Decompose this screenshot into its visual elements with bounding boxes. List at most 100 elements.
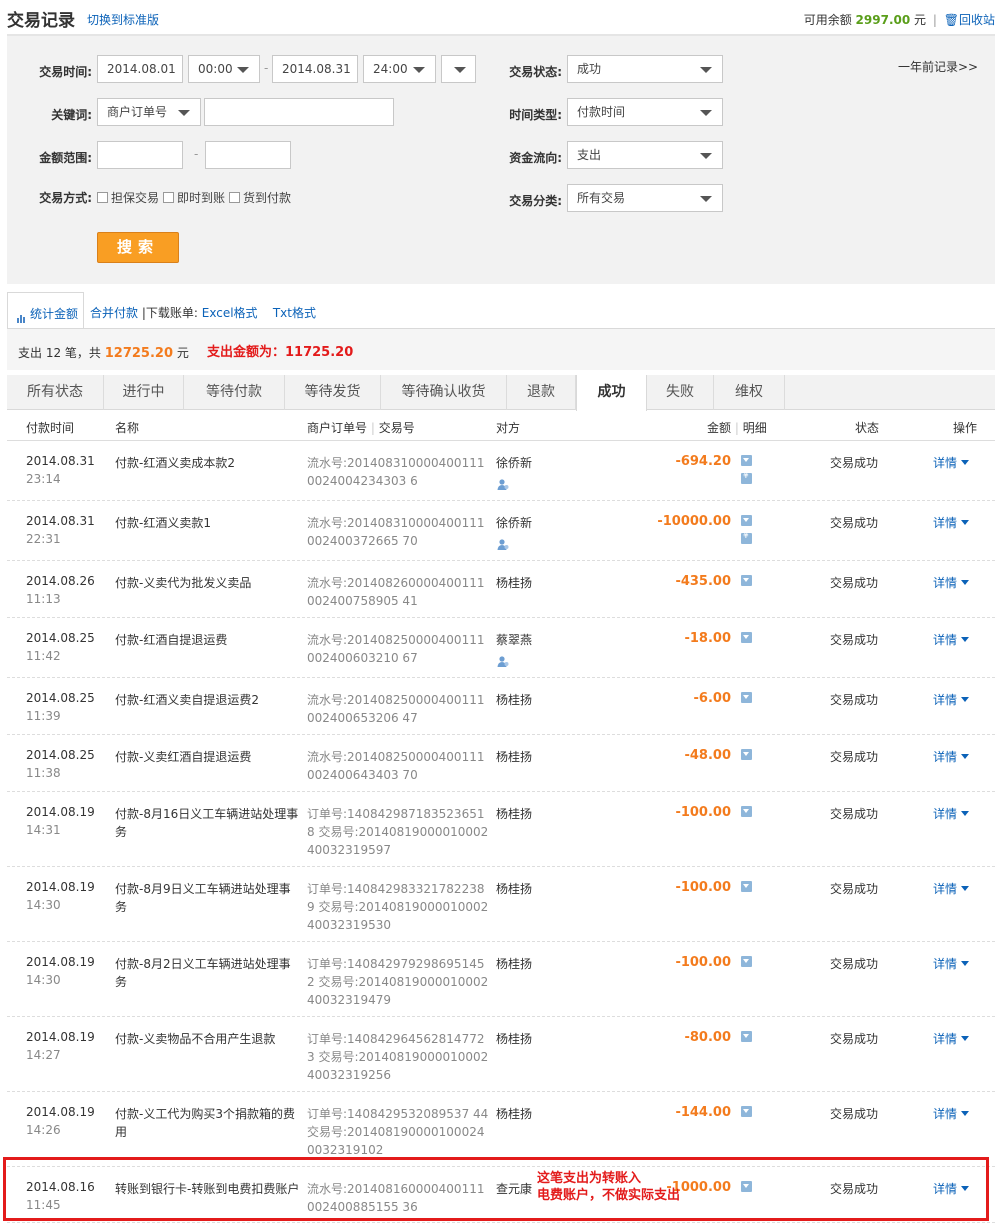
row-detail-link[interactable]: 详情 — [933, 691, 970, 708]
row-detail-link[interactable]: 详情 — [933, 631, 970, 648]
time-type-select[interactable]: 付款时间 — [567, 98, 723, 126]
col-status: 状态 — [855, 421, 880, 435]
tab-awaiting-shipment[interactable]: 等待发货 — [285, 375, 381, 410]
amount-min-input[interactable] — [97, 141, 183, 169]
row-order-number: 流水号:201408260000400111002400758905 41 — [307, 576, 485, 608]
row-detail-link[interactable]: 详情 — [933, 748, 970, 765]
date-from-input[interactable]: 2014.08.01 — [97, 55, 183, 83]
method-instant-checkbox[interactable]: 即时到账 — [163, 189, 225, 206]
row-order-number: 流水号:2014083100004001110024004234303 6 — [307, 456, 485, 488]
row-amount: -694.20 — [675, 454, 731, 469]
table-row: 2014.08.19 14:30 付款-8月2日义工车辆进站处理事务 订单号:1408… — [7, 942, 995, 1017]
row-detail-link[interactable]: 详情 — [933, 574, 970, 591]
col-action: 操作 — [953, 421, 978, 435]
col-amount-label: 金额 — [707, 421, 732, 435]
flow-select[interactable]: 支出 — [567, 141, 723, 169]
row-status: 交易成功 — [830, 750, 879, 764]
table-row: 2014.08.25 11:38 付款-义卖红酒自提退运费 流水号:201408250… — [7, 735, 995, 792]
row-party: 杨桂扬 — [496, 1032, 533, 1046]
method-cod-checkbox[interactable]: 货到付款 — [229, 189, 291, 206]
chevron-down-icon — [961, 811, 970, 816]
tab-awaiting-payment[interactable]: 等待付款 — [184, 375, 285, 410]
chevron-down-icon — [700, 67, 712, 73]
fund-detail-icon[interactable] — [741, 471, 752, 484]
header-separator: | — [932, 13, 937, 27]
row-detail-link[interactable]: 详情 — [933, 955, 970, 972]
tab-refund[interactable]: 退款 — [507, 375, 576, 410]
row-detail-label: 详情 — [933, 1032, 958, 1046]
row-status: 交易成功 — [830, 1107, 879, 1121]
tab-all[interactable]: 所有状态 — [7, 375, 104, 410]
keyword-label: 关键词: — [51, 108, 92, 122]
keyword-type-select[interactable]: 商户订单号 — [97, 98, 201, 126]
row-detail-link[interactable]: 详情 — [933, 880, 970, 897]
row-amount: -80.00 — [684, 1030, 731, 1045]
keyword-input[interactable] — [204, 98, 394, 126]
transfer-annotation: 这笔支出为转账入 电费账户，不做实际支出 — [537, 1170, 680, 1204]
time-range-dropdown[interactable] — [441, 55, 476, 83]
row-detail-label: 详情 — [933, 882, 958, 896]
fund-detail-icon[interactable] — [741, 531, 752, 544]
expand-detail-icon[interactable] — [741, 956, 752, 967]
row-time: 14:31 — [26, 823, 61, 837]
table-row: 2014.08.25 11:39 付款-红酒义卖自提退运费2 流水号:20140825… — [7, 678, 995, 735]
keyword-type-value: 商户订单号 — [107, 105, 168, 119]
expand-detail-icon[interactable] — [741, 515, 752, 526]
row-name: 付款-义卖红酒自提退运费 — [115, 750, 252, 764]
expand-detail-icon[interactable] — [741, 692, 752, 703]
trash-icon[interactable]: 🗑 — [944, 13, 959, 27]
row-time: 23:14 — [26, 472, 61, 486]
tab-in-progress[interactable]: 进行中 — [104, 375, 184, 410]
time-to-select[interactable]: 24:00 — [363, 55, 436, 83]
tab-failed[interactable]: 失败 — [647, 375, 714, 410]
method-escrow-checkbox[interactable]: 担保交易 — [97, 189, 159, 206]
balance-unit: 元 — [914, 13, 927, 27]
row-party: 杨桂扬 — [496, 576, 533, 590]
trash-link[interactable]: 回收站 — [959, 13, 995, 27]
row-detail-link[interactable]: 详情 — [933, 454, 970, 471]
category-select[interactable]: 所有交易 — [567, 184, 723, 212]
expand-detail-icon[interactable] — [741, 749, 752, 760]
row-detail-link[interactable]: 详情 — [933, 1030, 970, 1047]
tab-dispute[interactable]: 维权 — [714, 375, 785, 410]
person-icon[interactable] — [497, 478, 509, 490]
row-detail-link[interactable]: 详情 — [933, 805, 970, 822]
txt-download-link[interactable]: Txt格式 — [273, 306, 316, 320]
merge-pay-link[interactable]: 合并付款 — [90, 306, 138, 320]
row-amount: -48.00 — [684, 748, 731, 763]
excel-download-link[interactable]: Excel格式 — [202, 306, 258, 320]
expand-detail-icon[interactable] — [741, 881, 752, 892]
row-time: 14:26 — [26, 1123, 61, 1137]
expand-detail-icon[interactable] — [741, 455, 752, 466]
amount-max-input[interactable] — [205, 141, 291, 169]
summary-annotation: 支出金额为：11725.20 — [207, 345, 354, 360]
time-label: 交易时间: — [39, 65, 92, 79]
person-icon[interactable] — [497, 538, 509, 550]
expand-detail-icon[interactable] — [741, 632, 752, 643]
expand-detail-icon[interactable] — [741, 1106, 752, 1117]
row-order-number: 流水号:201408250000400111002400653206 47 — [307, 693, 485, 725]
switch-standard-link[interactable]: 切换到标准版 — [87, 11, 159, 28]
expand-detail-icon[interactable] — [741, 806, 752, 817]
expand-detail-icon[interactable] — [741, 1031, 752, 1042]
col-order-label: 商户订单号 — [307, 421, 368, 435]
search-button[interactable]: 搜索 — [97, 232, 179, 263]
date-to-input[interactable]: 2014.08.31 — [272, 55, 358, 83]
tab-success[interactable]: 成功 — [576, 375, 647, 411]
stats-tab[interactable]: 统计金额 — [7, 292, 84, 329]
row-detail-link[interactable]: 详情 — [933, 514, 970, 531]
row-detail-link[interactable]: 详情 — [933, 1105, 970, 1122]
expand-detail-icon[interactable] — [741, 575, 752, 586]
chevron-down-icon — [961, 1036, 970, 1041]
person-icon[interactable] — [497, 655, 509, 667]
chevron-down-icon — [237, 67, 249, 73]
status-select[interactable]: 成功 — [567, 55, 723, 83]
row-date: 2014.08.25 — [26, 691, 95, 705]
filter-panel: 交易时间: 2014.08.01 00:00 - 2014.08.31 24:0… — [7, 36, 995, 284]
tab-awaiting-receipt[interactable]: 等待确认收货 — [381, 375, 507, 410]
col-detail-label: 明细 — [742, 421, 767, 435]
col-sep: | — [370, 421, 375, 435]
one-year-records-link[interactable]: 一年前记录>> — [898, 58, 978, 75]
time-from-select[interactable]: 00:00 — [188, 55, 260, 83]
row-name: 付款-8月2日义工车辆进站处理事务 — [115, 957, 291, 989]
